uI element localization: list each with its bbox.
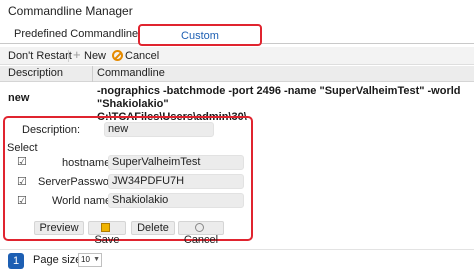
row-description: new: [8, 92, 30, 104]
checkbox-icon[interactable]: ☑: [17, 157, 27, 168]
save-button[interactable]: Save: [88, 221, 126, 246]
cancel-toolbar-button[interactable]: Cancel: [125, 49, 159, 63]
param-label-hostname: hostname: [62, 157, 111, 169]
tab-predefined-commandlines[interactable]: Predefined Commandlines: [10, 25, 148, 45]
plus-icon[interactable]: +: [73, 48, 81, 62]
hostname-input[interactable]: SuperValheimTest: [108, 155, 244, 170]
param-label-serverpassword: ServerPassword: [38, 176, 119, 188]
serverpassword-input[interactable]: JW34PDFU7H: [108, 174, 244, 189]
tab-bar: Predefined Commandlines Custom Commandli…: [0, 22, 474, 62]
checkbox-icon[interactable]: ☑: [17, 177, 27, 188]
table-row[interactable]: new -nographics -batchmode -port 2496 -n…: [0, 83, 474, 123]
ban-icon[interactable]: [112, 50, 123, 61]
toolbar-divider: [68, 50, 69, 62]
toolbar: Don't Restart + New Cancel: [0, 47, 474, 65]
param-label-world-name: World name: [52, 195, 112, 207]
window-title: Commandline Manager: [8, 4, 133, 18]
dont-restart-button[interactable]: Don't Restart: [8, 49, 72, 63]
preview-label: Preview: [39, 222, 79, 234]
page-size-label: Page size:: [33, 254, 85, 266]
new-button[interactable]: New: [84, 49, 106, 63]
cancel-icon: [195, 223, 204, 232]
save-icon: [101, 223, 110, 232]
world-name-input[interactable]: Shakiolakio: [108, 193, 244, 208]
column-header-commandline[interactable]: Commandline: [97, 67, 165, 79]
cancel-button[interactable]: Cancel: [178, 221, 224, 246]
chevron-down-icon: ▼: [93, 256, 100, 263]
page-size-select[interactable]: 10 ▼: [78, 253, 102, 267]
cancel-label: Cancel: [183, 234, 219, 246]
table-header: Description Commandline: [0, 66, 474, 82]
pager: 1 Page size: 10 ▼: [0, 249, 474, 271]
save-label: Save: [94, 234, 120, 246]
checkbox-icon[interactable]: ☑: [17, 196, 27, 207]
preview-button[interactable]: Preview: [34, 221, 84, 235]
delete-label: Delete: [137, 222, 169, 234]
select-label: Select: [7, 142, 38, 154]
description-label: Description:: [22, 124, 81, 136]
page-number-1[interactable]: 1: [8, 253, 24, 269]
page-size-value: 10: [81, 255, 90, 264]
delete-button[interactable]: Delete: [131, 221, 175, 235]
column-header-description[interactable]: Description: [8, 67, 63, 79]
description-input[interactable]: new: [104, 122, 214, 137]
tab-custom-commandlines[interactable]: Custom Commandlines: [138, 24, 262, 62]
column-divider: [92, 66, 93, 82]
